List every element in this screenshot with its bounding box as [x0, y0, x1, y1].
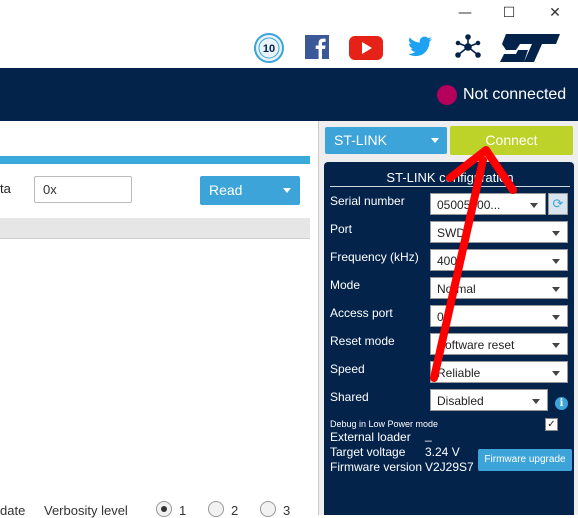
refresh-icon[interactable]: ⟳: [548, 193, 568, 215]
verbosity-option-3-label: 3: [283, 503, 291, 518]
speed-label: Speed: [330, 362, 365, 376]
shared-label: Shared: [330, 390, 369, 404]
access-port-label: Access port: [330, 306, 393, 320]
speed-select[interactable]: Reliable: [430, 361, 568, 383]
chevron-down-icon: [283, 188, 291, 193]
chevron-down-icon: [552, 287, 560, 292]
target-voltage-label: Target voltage: [330, 445, 406, 459]
interface-select[interactable]: ST-LINK: [325, 127, 447, 154]
external-loader-value: _: [425, 428, 432, 442]
read-button-label: Read: [209, 182, 243, 198]
youtube-icon[interactable]: [349, 33, 385, 63]
mode-label: Mode: [330, 278, 361, 292]
config-divider: [330, 186, 570, 187]
debug-low-power-label: Debug in Low Power mode: [330, 419, 439, 429]
target-voltage-value: 3.24 V: [425, 445, 460, 459]
chevron-down-icon: [552, 343, 560, 348]
firmware-version-value: V2J29S7: [425, 460, 474, 474]
reset-mode-select[interactable]: Software reset: [430, 333, 568, 355]
serial-number-select[interactable]: 05005400...: [430, 193, 546, 215]
address-label: ta: [0, 181, 11, 196]
chevron-down-icon: [530, 203, 538, 208]
stlink-config-title: ST-LINK configuration: [386, 170, 514, 185]
shared-select[interactable]: Disabled: [430, 389, 548, 411]
access-port-select[interactable]: 0: [430, 305, 568, 327]
address-input[interactable]: 0x: [34, 176, 132, 203]
network-share-icon[interactable]: [454, 33, 482, 63]
speed-value: Reliable: [437, 366, 481, 380]
read-button[interactable]: Read: [200, 176, 300, 205]
maximize-button[interactable]: ☐: [500, 4, 518, 22]
reset-mode-value: Software reset: [437, 338, 515, 352]
verbosity-option-1-label: 1: [179, 503, 187, 518]
access-port-value: 0: [437, 310, 444, 324]
bottom-cut-label: date: [0, 503, 26, 518]
connection-status-indicator: [437, 85, 457, 105]
memory-panel-header-strip: [0, 156, 310, 164]
reset-mode-label: Reset mode: [330, 334, 395, 348]
chevron-down-icon: [552, 315, 560, 320]
interface-select-value: ST-LINK: [334, 132, 387, 148]
serial-number-label: Serial number: [330, 194, 405, 208]
twitter-icon[interactable]: [407, 33, 433, 63]
close-button[interactable]: ✕: [546, 4, 564, 22]
verbosity-option-2-label: 2: [231, 503, 239, 518]
port-value: SWD: [437, 226, 465, 240]
memory-table-header: [0, 218, 310, 239]
mode-value: Normal: [437, 282, 476, 296]
external-loader-label: External loader: [330, 430, 411, 444]
frequency-label: Frequency (kHz): [330, 250, 419, 264]
firmware-upgrade-button[interactable]: Firmware upgrade: [478, 449, 572, 471]
chevron-down-icon: [552, 231, 560, 236]
port-select[interactable]: SWD: [430, 221, 568, 243]
firmware-version-label: Firmware version: [330, 460, 423, 474]
frequency-value: 4000: [437, 254, 464, 268]
debug-low-power-checkbox[interactable]: ✓: [545, 418, 558, 431]
st-logo-icon[interactable]: [498, 33, 562, 63]
facebook-icon[interactable]: [305, 33, 331, 63]
shared-value: Disabled: [437, 394, 484, 408]
port-label: Port: [330, 222, 353, 236]
anniversary-10-years-icon[interactable]: 10: [253, 33, 285, 63]
verbosity-label: Verbosity level: [44, 503, 128, 518]
mode-select[interactable]: Normal: [430, 277, 568, 299]
chevron-down-icon: [532, 399, 540, 404]
info-icon[interactable]: i: [555, 397, 568, 410]
chevron-down-icon: [552, 259, 560, 264]
connect-button[interactable]: Connect: [450, 126, 573, 155]
chevron-down-icon: [552, 371, 560, 376]
svg-text:10: 10: [263, 43, 275, 55]
chevron-down-icon: [431, 138, 439, 143]
serial-number-value: 05005400...: [437, 198, 501, 212]
minimize-button[interactable]: —: [456, 4, 474, 22]
frequency-select[interactable]: 4000: [430, 249, 568, 271]
connection-status-text: Not connected: [463, 86, 567, 103]
